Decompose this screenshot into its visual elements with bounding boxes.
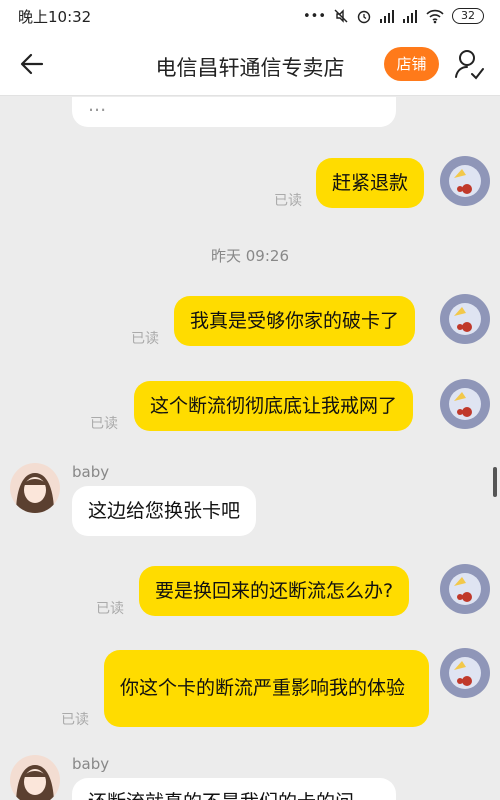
status-bar: 晚上10:32 ••• 32 <box>0 0 500 32</box>
message-bubble[interactable]: 还断流就真的不是我们的卡的问 <box>72 778 396 800</box>
avatar-image <box>10 755 60 800</box>
message-bubble[interactable]: 这边给您换张卡吧 <box>72 486 257 536</box>
message-text: 这边给您换张卡吧 <box>88 499 241 522</box>
user-icon <box>455 50 484 80</box>
avatar-image <box>440 156 490 206</box>
chat-area[interactable]: ... 已读 赶紧退款 昨天 09:26 已读 我真是受够你家的破卡了 已读 这… <box>0 97 500 800</box>
seller-avatar[interactable] <box>10 755 60 800</box>
my-avatar[interactable] <box>440 379 490 429</box>
read-status: 已读 <box>90 416 118 432</box>
status-icons: ••• 32 <box>303 8 484 24</box>
message-text: ... <box>88 97 107 116</box>
message-bubble[interactable]: 你这个卡的断流严重影响我的体验 <box>104 650 429 727</box>
read-status: 已读 <box>96 601 124 617</box>
avatar-image <box>440 564 490 614</box>
hd-signal-icon <box>403 10 417 23</box>
message-bubble[interactable]: 这个断流彻彻底底让我戒网了 <box>134 381 414 431</box>
sender-name: baby <box>72 463 110 481</box>
mute-icon <box>334 9 348 23</box>
wifi-icon <box>426 9 444 24</box>
avatar-image <box>440 648 490 698</box>
message-bubble[interactable]: 赶紧退款 <box>316 158 425 208</box>
chat-header: 电信昌轩通信专卖店 店铺 <box>0 32 500 96</box>
battery-icon: 32 <box>452 8 484 24</box>
alarm-icon <box>357 10 371 24</box>
shop-button[interactable]: 店铺 <box>384 47 439 81</box>
my-avatar[interactable] <box>440 156 490 206</box>
message-text: 要是换回来的还断流怎么办? <box>155 579 394 602</box>
message-bubble[interactable]: 要是换回来的还断流怎么办? <box>139 566 410 616</box>
message-text: 赶紧退款 <box>332 171 409 194</box>
back-arrow-icon <box>20 53 44 75</box>
my-avatar[interactable] <box>440 294 490 344</box>
message-text: 你这个卡的断流严重影响我的体验 <box>120 677 406 699</box>
avatar-image <box>10 463 60 513</box>
message-text: 还断流就真的不是我们的卡的问 <box>88 789 354 800</box>
avatar-image <box>440 379 490 429</box>
read-status: 已读 <box>274 193 302 209</box>
back-button[interactable] <box>18 50 46 78</box>
scrollbar-thumb[interactable] <box>493 467 497 497</box>
status-time: 晚上10:32 <box>18 7 92 26</box>
sender-name: baby <box>72 755 110 773</box>
profile-button[interactable] <box>454 48 484 80</box>
more-dots-icon: ••• <box>302 8 326 24</box>
message-text: 这个断流彻彻底底让我戒网了 <box>150 394 398 417</box>
message-bubble-partial: ... <box>72 97 396 127</box>
read-status: 已读 <box>131 331 159 347</box>
avatar-image <box>440 294 490 344</box>
read-status: 已读 <box>61 712 89 728</box>
message-text: 我真是受够你家的破卡了 <box>190 309 400 332</box>
my-avatar[interactable] <box>440 564 490 614</box>
timestamp: 昨天 09:26 <box>211 247 289 265</box>
signal-icon <box>380 10 394 23</box>
message-bubble[interactable]: 我真是受够你家的破卡了 <box>174 296 416 346</box>
my-avatar[interactable] <box>440 648 490 698</box>
seller-avatar[interactable] <box>10 463 60 513</box>
